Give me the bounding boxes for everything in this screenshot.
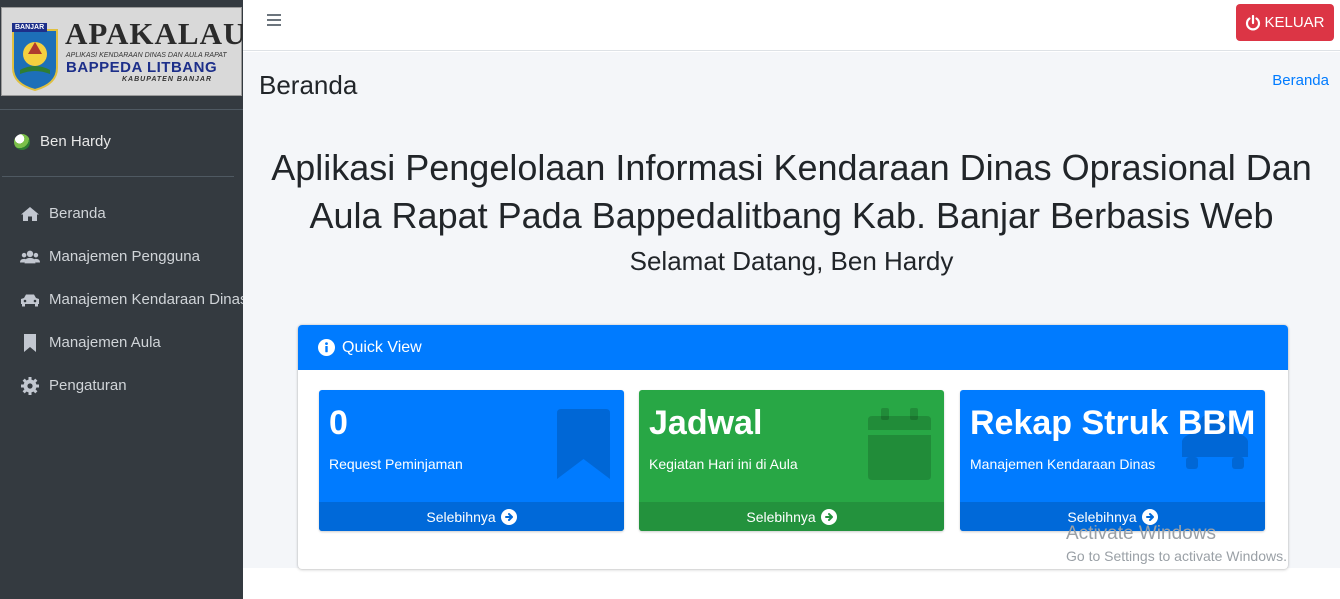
brand-org: BAPPEDA LITBANG xyxy=(66,59,218,76)
breadcrumb[interactable]: Beranda xyxy=(1272,72,1329,89)
sidebar-item-manajemen-aula[interactable]: Manajemen Aula xyxy=(0,321,243,364)
banjar-emblem-icon xyxy=(12,29,58,92)
arrow-circle-right-icon xyxy=(500,508,517,525)
sidebar-item-label: Manajemen Kendaraan Dinas xyxy=(49,291,243,308)
info-icon xyxy=(318,339,335,356)
box-label: Kegiatan Hari ini di Aula xyxy=(649,456,798,472)
box-more-link[interactable]: Selebihnya xyxy=(319,502,624,531)
car-icon xyxy=(20,290,40,310)
box-value: Jadwal xyxy=(649,404,763,442)
welcome-text: Selamat Datang, Ben Hardy xyxy=(629,246,954,276)
sidebar-divider xyxy=(0,109,243,110)
logout-button[interactable]: KELUAR xyxy=(1236,4,1334,41)
arrow-circle-right-icon xyxy=(1141,508,1158,525)
box-value: Rekap Struk BBM xyxy=(970,404,1256,442)
user-panel[interactable]: Ben Hardy xyxy=(14,133,111,150)
arrow-circle-right-icon xyxy=(820,508,837,525)
brand-subtitle: APLIKASI KENDARAAN DINAS DAN AULA RAPAT xyxy=(66,52,227,59)
home-icon xyxy=(20,204,40,224)
logout-label: KELUAR xyxy=(1264,14,1325,31)
box-more-label: Selebihnya xyxy=(746,508,816,525)
brand-tag: BANJAR xyxy=(12,23,48,32)
avatar xyxy=(14,133,30,150)
main-content: Beranda Beranda Aplikasi Pengelolaan Inf… xyxy=(243,52,1340,569)
box-label: Manajemen Kendaraan Dinas xyxy=(970,456,1156,472)
headline-line-1: Aplikasi Pengelolaan Informasi Kendaraan… xyxy=(271,147,1312,188)
power-icon xyxy=(1246,14,1261,30)
brand-title: APAKALAU xyxy=(65,16,247,51)
sidebar-divider xyxy=(2,176,234,177)
brand-logo[interactable]: BANJAR APAKALAU APLIKASI KENDARAAN DINAS… xyxy=(1,7,245,96)
quick-view-card: Quick View 0 Request Peminjaman Selebihn… xyxy=(298,325,1288,569)
bookmark-icon xyxy=(557,409,610,479)
sidebar-item-label: Beranda xyxy=(49,205,106,222)
menu-toggle-icon[interactable] xyxy=(267,14,281,28)
box-more-label: Selebihnya xyxy=(1067,508,1137,525)
sidebar-item-manajemen-kendaraan[interactable]: Manajemen Kendaraan Dinas xyxy=(0,278,243,321)
bookmark-icon xyxy=(20,333,40,353)
small-box-jadwal: Jadwal Kegiatan Hari ini di Aula Selebih… xyxy=(639,390,944,531)
box-value: 0 xyxy=(329,404,348,442)
sidebar-item-manajemen-pengguna[interactable]: Manajemen Pengguna xyxy=(0,235,243,278)
sidebar-item-pengaturan[interactable]: Pengaturan xyxy=(0,364,243,407)
sidebar-item-beranda[interactable]: Beranda xyxy=(0,192,243,235)
users-icon xyxy=(20,247,40,267)
app-headline: Aplikasi Pengelolaan Informasi Kendaraan… xyxy=(243,144,1340,240)
small-box-rekap-bbm: Rekap Struk BBM Manajemen Kendaraan Dina… xyxy=(960,390,1265,531)
sidebar-nav: Beranda Manajemen Pengguna Manajemen Ken… xyxy=(0,192,243,407)
sidebar-item-label: Pengaturan xyxy=(49,377,127,394)
brand-region: KABUPATEN BANJAR xyxy=(122,76,213,83)
box-more-label: Selebihnya xyxy=(426,508,496,525)
user-name: Ben Hardy xyxy=(40,133,111,150)
box-label: Request Peminjaman xyxy=(329,456,463,472)
sidebar: BANJAR APAKALAU APLIKASI KENDARAAN DINAS… xyxy=(0,0,245,599)
headline-line-2: Aula Rapat Pada Bappedalitbang Kab. Banj… xyxy=(309,195,1274,236)
quick-view-title: Quick View xyxy=(342,338,422,356)
box-more-link[interactable]: Selebihnya xyxy=(639,502,944,531)
calendar-icon xyxy=(868,408,931,480)
sidebar-item-label: Manajemen Pengguna xyxy=(49,248,200,265)
sidebar-item-label: Manajemen Aula xyxy=(49,334,161,351)
gear-icon xyxy=(20,376,40,396)
top-navbar: KELUAR xyxy=(243,0,1340,51)
small-box-request: 0 Request Peminjaman Selebihnya xyxy=(319,390,624,531)
box-more-link[interactable]: Selebihnya xyxy=(960,502,1265,531)
page-title: Beranda xyxy=(259,70,358,100)
quick-view-header: Quick View xyxy=(298,325,1288,370)
